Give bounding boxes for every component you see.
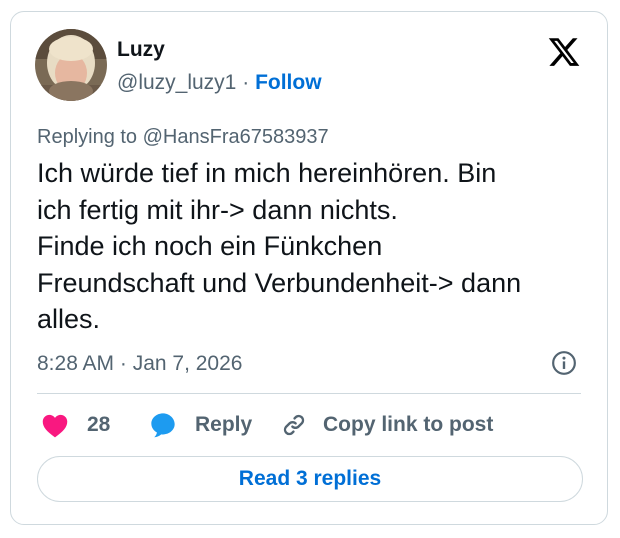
reply-button[interactable]: Reply	[149, 408, 252, 442]
copy-link-button[interactable]: Copy link to post	[281, 408, 493, 442]
post-card: Luzy @luzy_luzy1 · Follow Replying to @H…	[10, 11, 608, 525]
like-button[interactable]: 28	[41, 408, 110, 442]
info-icon[interactable]	[551, 350, 577, 376]
like-count: 28	[87, 413, 111, 436]
x-logo-icon[interactable]	[547, 35, 581, 69]
author-name[interactable]: Luzy	[117, 38, 165, 62]
reply-label: Reply	[195, 413, 253, 436]
post-text-line: Freundschaft und Verbundenheit-> dann	[37, 267, 522, 298]
replying-prefix: Replying to	[37, 126, 138, 148]
author-handle-row: @luzy_luzy1 · Follow	[117, 71, 322, 95]
speech-bubble-icon	[151, 413, 175, 438]
post-text-line: Finde ich noch ein Fünkchen	[37, 231, 383, 261]
link-icon	[283, 414, 305, 436]
replying-mention[interactable]: @HansFra67583937	[143, 126, 329, 148]
replying-to: Replying to @HansFra67583937	[37, 126, 329, 149]
separator-dot: ·	[242, 71, 250, 94]
action-bar: 28 Reply Copy link to post	[37, 408, 597, 442]
copy-link-label: Copy link to post	[323, 413, 494, 436]
avatar-image	[35, 29, 107, 101]
avatar[interactable]	[35, 29, 107, 101]
heart-icon	[42, 414, 68, 438]
post-text-line: ich fertig mit ihr-> dann nichts.	[37, 194, 398, 225]
post-text: Ich würde tief in mich hereinhören. Bin …	[37, 155, 597, 338]
follow-button[interactable]: Follow	[255, 71, 322, 94]
post-text-line: alles.	[37, 304, 101, 334]
post-timestamp[interactable]: 8:28 AM · Jan 7, 2026	[37, 352, 242, 376]
post-text-line: Ich würde tief in mich hereinhören. Bin	[37, 158, 497, 188]
divider	[37, 393, 581, 394]
read-replies-button[interactable]: Read 3 replies	[37, 456, 583, 502]
author-handle[interactable]: @luzy_luzy1	[117, 71, 236, 94]
